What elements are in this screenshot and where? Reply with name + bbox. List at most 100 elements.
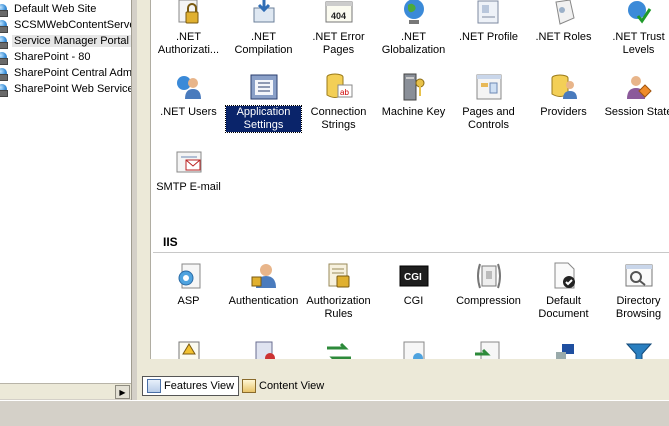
- lock-user-icon: [172, 0, 206, 28]
- trust-icon: [622, 0, 656, 28]
- smtp-icon: [172, 146, 206, 178]
- feature-smtp-email[interactable]: SMTP E-mail: [151, 146, 226, 194]
- feature-authentication[interactable]: Authentication: [226, 260, 301, 308]
- asp-icon: [172, 260, 206, 292]
- feature-net-compilation[interactable]: .NET Compilation: [226, 0, 301, 57]
- feature-machine-key[interactable]: Machine Key: [376, 71, 451, 119]
- feature-label: .NET Globalization: [381, 31, 446, 56]
- machine-key-icon: [397, 71, 431, 103]
- feature-label: Authorization Rules: [306, 295, 371, 320]
- feature-authorization-rules[interactable]: Authorization Rules: [301, 260, 376, 321]
- feature-directory-browsing[interactable]: Directory Browsing: [601, 260, 669, 321]
- feature-connection-strings[interactable]: ab Connection Strings: [301, 71, 376, 132]
- feature-label: Default Document: [538, 295, 589, 320]
- feature-cgi[interactable]: CGI CGI: [376, 260, 451, 308]
- feature-label: CGI: [403, 295, 424, 307]
- content-view-label: Content View: [259, 380, 325, 392]
- feature-label: Authentication: [228, 295, 299, 307]
- feature-label: .NET Roles: [535, 31, 592, 43]
- connection-strings-icon: ab: [322, 71, 356, 103]
- warning-icon: [172, 338, 206, 359]
- features-view-button[interactable]: Features View: [142, 376, 240, 396]
- authentication-icon: [247, 260, 281, 292]
- providers-icon: [547, 71, 581, 103]
- pages-controls-icon: [472, 71, 506, 103]
- site-icon: [0, 19, 10, 33]
- feature-net-roles[interactable]: .NET Roles: [526, 0, 601, 44]
- tree-item-label: Service Manager Portal: [12, 35, 131, 47]
- feature-partial-modules[interactable]: [526, 338, 601, 359]
- tree-item-label: SCSMWebContentServer: [14, 19, 131, 31]
- feature-providers[interactable]: Providers: [526, 71, 601, 119]
- feature-label: Application Settings: [225, 105, 302, 133]
- site-icon: [0, 83, 10, 97]
- feature-partial-error[interactable]: [151, 338, 226, 359]
- feature-net-error-pages[interactable]: 404 .NET Error Pages: [301, 0, 376, 57]
- feature-label: Session State: [604, 106, 669, 118]
- svg-text:404: 404: [331, 11, 346, 21]
- content-view-button[interactable]: Content View: [238, 376, 328, 396]
- handler-icon: [322, 338, 356, 359]
- feature-label: .NET Authorizati...: [157, 31, 220, 56]
- feature-label: Compression: [456, 295, 521, 307]
- http-icon: [397, 338, 431, 359]
- arrow-right-icon: ▶: [119, 387, 126, 397]
- section-title-iis: IIS: [163, 235, 178, 249]
- view-switcher-bar: Features View Content View: [137, 372, 669, 400]
- app-settings-icon: [247, 71, 281, 103]
- feature-label: .NET Trust Levels: [612, 31, 665, 56]
- tree-item-scsmwebcontentserver[interactable]: SCSMWebContentServer: [0, 17, 131, 33]
- tree-item-sharepoint-central-admin[interactable]: SharePoint Central Admin: [0, 65, 131, 81]
- connections-tree[interactable]: Default Web Site SCSMWebContentServer Se…: [0, 0, 131, 383]
- roles-icon: [547, 0, 581, 28]
- authorization-rules-icon: [322, 260, 356, 292]
- tree-item-service-manager-portal[interactable]: Service Manager Portal: [0, 33, 131, 49]
- feature-label: Machine Key: [381, 106, 446, 118]
- features-view-label: Features View: [164, 380, 235, 392]
- feature-net-trust-levels[interactable]: .NET Trust Levels: [601, 0, 669, 57]
- feature-application-settings[interactable]: Application Settings: [225, 71, 302, 133]
- feature-label: Connection Strings: [310, 106, 367, 131]
- feature-label: .NET Profile: [458, 31, 519, 43]
- feature-partial-handler[interactable]: [301, 338, 376, 359]
- feature-net-profile[interactable]: .NET Profile: [451, 0, 526, 44]
- tree-item-label: SharePoint Web Services: [14, 83, 131, 95]
- error-page-icon: 404: [322, 0, 356, 28]
- feature-label: .NET Error Pages: [312, 31, 365, 56]
- cgi-icon: CGI: [397, 260, 431, 292]
- feature-pages-and-controls[interactable]: Pages and Controls: [451, 71, 526, 132]
- session-state-icon: [622, 71, 656, 103]
- feature-default-document[interactable]: Default Document: [526, 260, 601, 321]
- feature-net-globalization[interactable]: .NET Globalization: [376, 0, 451, 57]
- site-icon: [0, 67, 10, 81]
- redirect-icon: [472, 338, 506, 359]
- tree-item-sharepoint-web-services[interactable]: SharePoint Web Services: [0, 81, 131, 97]
- feature-net-authorization[interactable]: .NET Authorizati...: [151, 0, 226, 57]
- section-divider: [153, 252, 669, 253]
- feature-label: Providers: [540, 106, 587, 118]
- features-pane: .NET Authorizati... .NET Compilation 404…: [137, 0, 669, 372]
- users-icon: [172, 71, 206, 103]
- feature-label: Directory Browsing: [615, 295, 662, 320]
- scroll-right-button[interactable]: ▶: [115, 385, 130, 399]
- feature-net-users[interactable]: .NET Users: [151, 71, 226, 119]
- feature-partial-http[interactable]: [376, 338, 451, 359]
- feature-partial-filter[interactable]: [601, 338, 669, 359]
- feature-partial-logging[interactable]: [226, 338, 301, 359]
- feature-asp[interactable]: ASP: [151, 260, 226, 308]
- feature-compression[interactable]: Compression: [451, 260, 526, 308]
- globe-icon: [397, 0, 431, 28]
- feature-session-state[interactable]: Session State: [601, 71, 669, 119]
- server-icon: [547, 338, 581, 359]
- feature-partial-redirect[interactable]: [451, 338, 526, 359]
- tree-item-label: Default Web Site: [14, 3, 97, 15]
- filter-icon: [622, 338, 656, 359]
- features-view-icon: [147, 379, 161, 393]
- tree-item-label: SharePoint Central Admin: [14, 67, 131, 79]
- features-list: .NET Authorizati... .NET Compilation 404…: [150, 0, 669, 359]
- status-bar: [0, 400, 669, 426]
- tree-item-sharepoint-80[interactable]: SharePoint - 80: [0, 49, 92, 65]
- feature-label: SMTP E-mail: [156, 181, 221, 193]
- tree-horizontal-scrollbar[interactable]: ▶: [0, 383, 131, 399]
- tree-item-default-web-site[interactable]: Default Web Site: [0, 1, 98, 17]
